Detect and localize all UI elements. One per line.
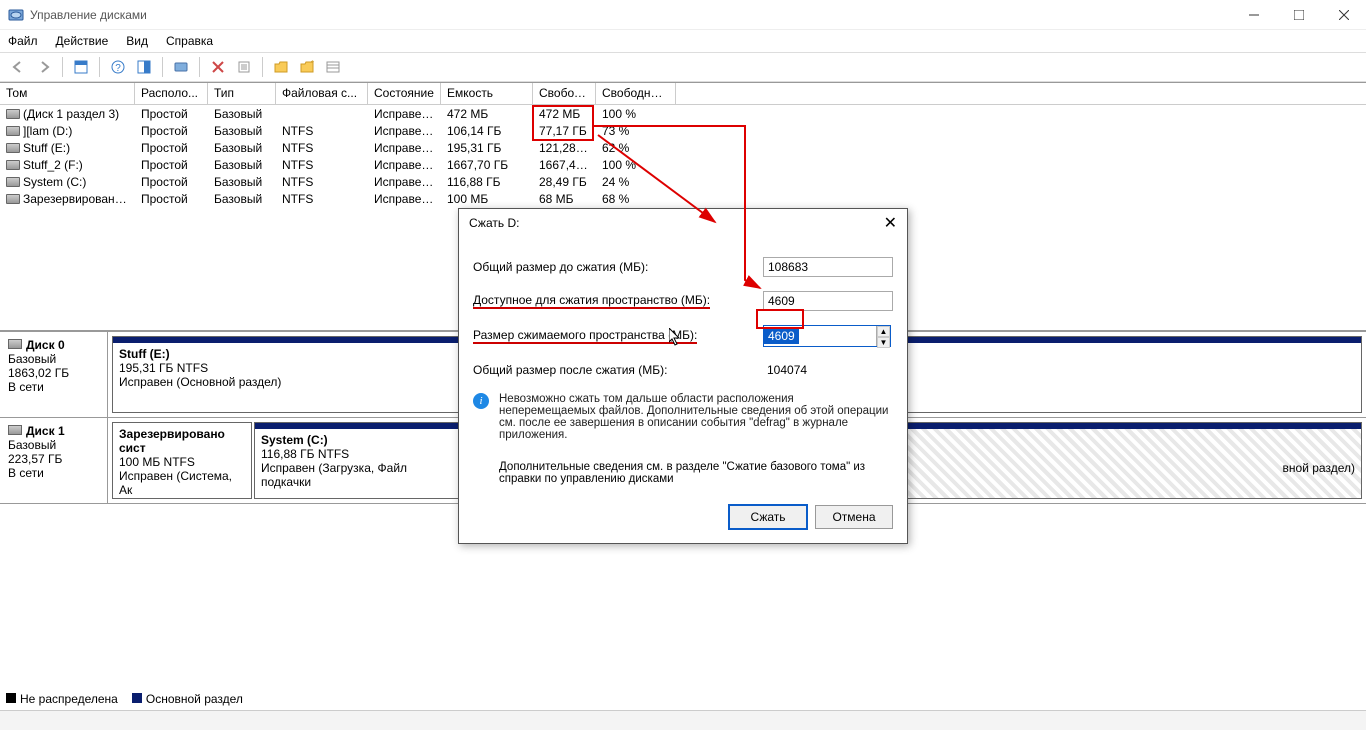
window-title: Управление дисками (30, 8, 147, 22)
info-icon: i (473, 393, 489, 409)
info-text-2: Дополнительные сведения см. в разделе "С… (473, 461, 893, 485)
col-fs[interactable]: Файловая с... (276, 83, 368, 104)
legend-swatch-unalloc (6, 693, 16, 703)
new-icon[interactable]: * (297, 57, 317, 77)
col-free[interactable]: Свобод... (533, 83, 596, 104)
volumes-table: Том Располо... Тип Файловая с... Состоян… (0, 82, 1366, 207)
table-row[interactable]: Stuff (E:)ПростойБазовыйNTFSИсправен...1… (0, 139, 1366, 156)
value-total-size: 108683 (763, 257, 893, 277)
col-percent[interactable]: Свободно % (596, 83, 676, 104)
volume-icon (6, 194, 20, 204)
titlebar: Управление дисками (0, 0, 1366, 30)
input-shrink-amount[interactable]: 4609 ▲▼ (763, 325, 891, 347)
table-row[interactable]: System (C:)ПростойБазовыйNTFSИсправен...… (0, 173, 1366, 190)
table-row[interactable]: ][lam (D:)ПростойБазовыйNTFSИсправен...1… (0, 122, 1366, 139)
dialog-titlebar: Сжать D: ✕ (459, 209, 907, 237)
forward-icon[interactable] (34, 57, 54, 77)
help-icon[interactable]: ? (108, 57, 128, 77)
disk-icon (8, 425, 22, 435)
app-icon (8, 7, 24, 23)
label-shrink-amount: Размер сжимаемого пространства (МБ): (473, 328, 697, 344)
legend: Не распределена Основной раздел (6, 692, 243, 706)
disk1-partition-system[interactable]: System (C:) 116,88 ГБ NTFS Исправен (Заг… (254, 422, 459, 499)
refresh-icon[interactable] (134, 57, 154, 77)
col-type[interactable]: Тип (208, 83, 276, 104)
volume-icon (6, 177, 20, 187)
value-available-shrink: 4609 (763, 291, 893, 311)
col-capacity[interactable]: Емкость (441, 83, 533, 104)
table-row[interactable]: (Диск 1 раздел 3)ПростойБазовыйИсправен.… (0, 105, 1366, 122)
col-status[interactable]: Состояние (368, 83, 441, 104)
statusbar (0, 710, 1366, 730)
close-button[interactable] (1321, 0, 1366, 30)
volume-icon (6, 126, 20, 136)
label-available-shrink: Доступное для сжатия пространство (МБ): (473, 293, 710, 309)
table-header: Том Располо... Тип Файловая с... Состоян… (0, 83, 1366, 105)
minimize-button[interactable] (1231, 0, 1276, 30)
explorer-icon[interactable] (171, 57, 191, 77)
view-top-icon[interactable] (71, 57, 91, 77)
spinner-up-icon[interactable]: ▲ (877, 326, 890, 337)
menu-view[interactable]: Вид (126, 34, 148, 48)
table-row[interactable]: Stuff_2 (F:)ПростойБазовыйNTFSИсправен..… (0, 156, 1366, 173)
maximize-button[interactable] (1276, 0, 1321, 30)
properties-icon[interactable] (234, 57, 254, 77)
back-icon[interactable] (8, 57, 28, 77)
volume-icon (6, 143, 20, 153)
value-size-after: 104074 (763, 361, 893, 379)
volume-icon (6, 109, 20, 119)
label-total-size: Общий размер до сжатия (МБ): (473, 260, 763, 274)
col-tom[interactable]: Том (0, 83, 135, 104)
dialog-close-button[interactable]: ✕ (884, 213, 897, 233)
volume-icon (6, 160, 20, 170)
dialog-title: Сжать D: (469, 216, 519, 230)
label-size-after: Общий размер после сжатия (МБ): (473, 363, 763, 377)
shrink-dialog: Сжать D: ✕ Общий размер до сжатия (МБ): … (458, 208, 908, 544)
shrink-button[interactable]: Сжать (729, 505, 807, 529)
menu-action[interactable]: Действие (56, 34, 109, 48)
disk1-info[interactable]: Диск 1 Базовый 223,57 ГБ В сети (0, 418, 108, 503)
disk1-partition-reserved[interactable]: Зарезервировано сист 100 МБ NTFS Исправе… (112, 422, 252, 499)
svg-text:?: ? (115, 63, 121, 74)
cancel-button[interactable]: Отмена (815, 505, 893, 529)
spinner-down-icon[interactable]: ▼ (877, 337, 890, 348)
disk-icon (8, 339, 22, 349)
svg-text:*: * (311, 60, 314, 68)
toolbar: ? * (0, 52, 1366, 82)
menubar: Файл Действие Вид Справка (0, 30, 1366, 52)
folder-icon[interactable] (271, 57, 291, 77)
menu-help[interactable]: Справка (166, 34, 213, 48)
info-text-1: Невозможно сжать том дальше области расп… (499, 393, 893, 441)
legend-swatch-primary (132, 693, 142, 703)
delete-icon[interactable] (208, 57, 228, 77)
disk0-info[interactable]: Диск 0 Базовый 1863,02 ГБ В сети (0, 332, 108, 417)
list-icon[interactable] (323, 57, 343, 77)
table-row[interactable]: Зарезервировано...ПростойБазовыйNTFSИспр… (0, 190, 1366, 207)
menu-file[interactable]: Файл (8, 34, 38, 48)
col-layout[interactable]: Располо... (135, 83, 208, 104)
